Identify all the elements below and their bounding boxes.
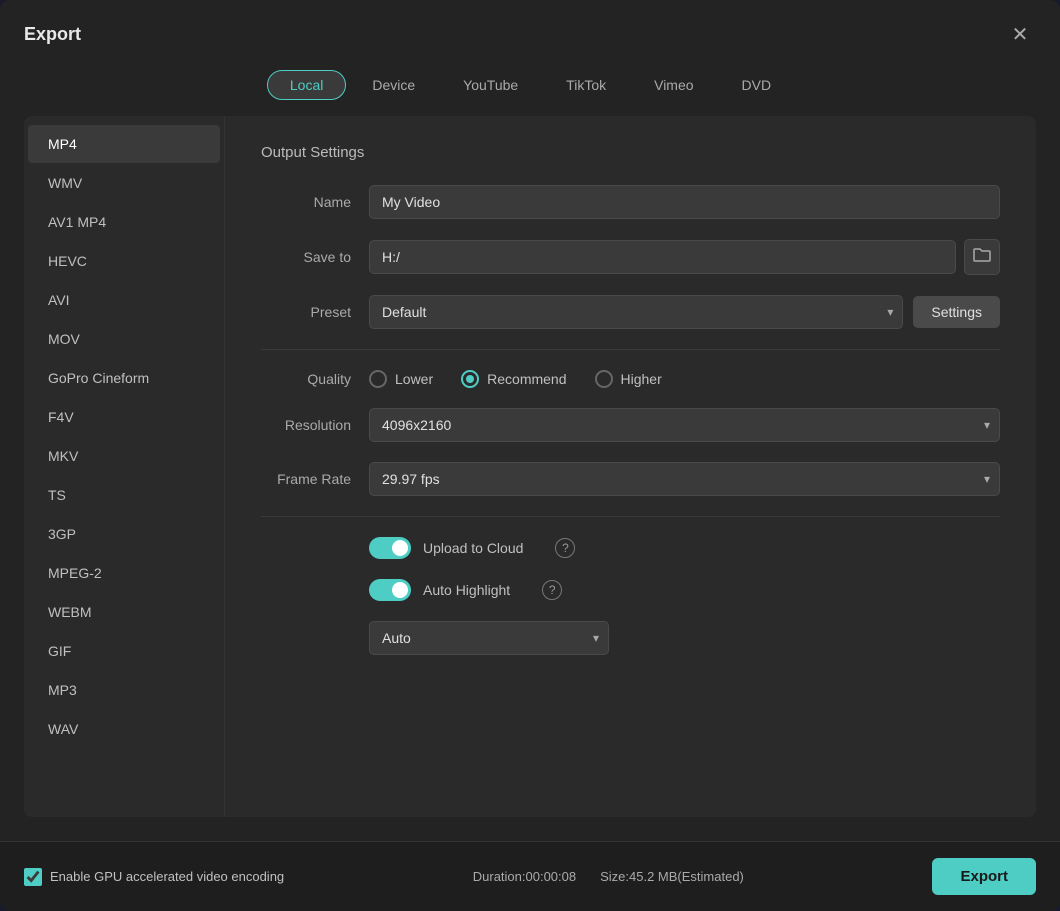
size-stat: Size:45.2 MB(Estimated): [600, 869, 744, 884]
sidebar-item-av1mp4[interactable]: AV1 MP4: [28, 203, 220, 241]
preset-select-wrap: Default Custom ▾: [369, 295, 903, 329]
tab-youtube[interactable]: YouTube: [441, 70, 540, 100]
tab-device[interactable]: Device: [350, 70, 437, 100]
main-panel: Output Settings Name Save to: [224, 116, 1036, 817]
footer: Enable GPU accelerated video encoding Du…: [0, 841, 1060, 911]
sidebar-item-gif[interactable]: GIF: [28, 632, 220, 670]
quality-radio-group: Lower Recommend Higher: [369, 370, 662, 388]
save-to-label: Save to: [261, 249, 351, 265]
quality-higher-radio[interactable]: [595, 370, 613, 388]
preset-label: Preset: [261, 304, 351, 320]
upload-cloud-row: Upload to Cloud ?: [261, 537, 1000, 559]
auto-highlight-label: Auto Highlight: [423, 582, 510, 598]
quality-recommend-option[interactable]: Recommend: [461, 370, 566, 388]
name-input[interactable]: [369, 185, 1000, 219]
auto-highlight-select-wrap: Auto Manual ▾: [369, 621, 609, 655]
sidebar: MP4 WMV AV1 MP4 HEVC AVI MOV GoPro Cinef…: [24, 116, 224, 817]
sidebar-item-3gp[interactable]: 3GP: [28, 515, 220, 553]
sidebar-item-f4v[interactable]: F4V: [28, 398, 220, 436]
resolution-label: Resolution: [261, 417, 351, 433]
auto-highlight-slider: [369, 579, 411, 601]
sidebar-item-mpeg2[interactable]: MPEG-2: [28, 554, 220, 592]
sidebar-item-hevc[interactable]: HEVC: [28, 242, 220, 280]
folder-icon: [973, 247, 991, 268]
upload-cloud-label: Upload to Cloud: [423, 540, 523, 556]
sidebar-item-webm[interactable]: WEBM: [28, 593, 220, 631]
dialog-header: Export ✕: [0, 0, 1060, 62]
save-to-input[interactable]: [369, 240, 956, 274]
tab-dvd[interactable]: DVD: [720, 70, 794, 100]
auto-highlight-controls: Auto Highlight ?: [369, 579, 562, 601]
tab-vimeo[interactable]: Vimeo: [632, 70, 715, 100]
frame-rate-label: Frame Rate: [261, 471, 351, 487]
upload-cloud-slider: [369, 537, 411, 559]
name-label: Name: [261, 194, 351, 210]
sidebar-item-wav[interactable]: WAV: [28, 710, 220, 748]
gpu-label: Enable GPU accelerated video encoding: [50, 869, 284, 884]
sidebar-item-mp3[interactable]: MP3: [28, 671, 220, 709]
content-area: MP4 WMV AV1 MP4 HEVC AVI MOV GoPro Cinef…: [0, 116, 1060, 841]
footer-left: Enable GPU accelerated video encoding: [24, 868, 284, 886]
resolution-select-wrap: 4096x2160 1920x1080 1280x720 ▾: [369, 408, 1000, 442]
quality-higher-label: Higher: [621, 371, 662, 387]
quality-lower-option[interactable]: Lower: [369, 370, 433, 388]
upload-cloud-toggle[interactable]: [369, 537, 411, 559]
auto-highlight-toggle[interactable]: [369, 579, 411, 601]
preset-row: Preset Default Custom ▾ Settings: [261, 295, 1000, 329]
quality-label: Quality: [261, 371, 351, 387]
tabs-bar: Local Device YouTube TikTok Vimeo DVD: [0, 62, 1060, 116]
duration-stat: Duration:00:00:08: [473, 869, 576, 884]
upload-cloud-controls: Upload to Cloud ?: [369, 537, 575, 559]
frame-rate-row: Frame Rate 29.97 fps 24 fps 60 fps ▾: [261, 462, 1000, 496]
gpu-checkbox[interactable]: [24, 868, 42, 886]
quality-lower-radio[interactable]: [369, 370, 387, 388]
export-button[interactable]: Export: [932, 858, 1036, 895]
frame-rate-select[interactable]: 29.97 fps 24 fps 60 fps: [369, 462, 1000, 496]
save-to-inputs: [369, 239, 1000, 275]
gpu-checkbox-wrap: Enable GPU accelerated video encoding: [24, 868, 284, 886]
resolution-row: Resolution 4096x2160 1920x1080 1280x720 …: [261, 408, 1000, 442]
sidebar-item-mkv[interactable]: MKV: [28, 437, 220, 475]
frame-rate-select-wrap: 29.97 fps 24 fps 60 fps ▾: [369, 462, 1000, 496]
preset-controls: Default Custom ▾ Settings: [369, 295, 1000, 329]
sidebar-item-wmv[interactable]: WMV: [28, 164, 220, 202]
divider-2: [261, 516, 1000, 517]
close-button[interactable]: ✕: [1004, 18, 1036, 50]
upload-cloud-help-icon[interactable]: ?: [555, 538, 575, 558]
sidebar-item-mp4[interactable]: MP4: [28, 125, 220, 163]
sidebar-item-ts[interactable]: TS: [28, 476, 220, 514]
auto-highlight-select[interactable]: Auto Manual: [369, 621, 609, 655]
quality-recommend-label: Recommend: [487, 371, 566, 387]
divider-1: [261, 349, 1000, 350]
auto-highlight-select-row: Auto Manual ▾: [261, 621, 1000, 655]
quality-higher-option[interactable]: Higher: [595, 370, 662, 388]
tab-local[interactable]: Local: [267, 70, 346, 100]
footer-info: Duration:00:00:08 Size:45.2 MB(Estimated…: [473, 869, 744, 884]
auto-highlight-help-icon[interactable]: ?: [542, 580, 562, 600]
quality-lower-label: Lower: [395, 371, 433, 387]
dialog-title: Export: [24, 24, 81, 45]
resolution-select[interactable]: 4096x2160 1920x1080 1280x720: [369, 408, 1000, 442]
preset-select[interactable]: Default Custom: [369, 295, 903, 329]
quality-row: Quality Lower Recommend Higher: [261, 370, 1000, 388]
section-title: Output Settings: [261, 144, 1000, 161]
tab-tiktok[interactable]: TikTok: [544, 70, 628, 100]
auto-highlight-row: Auto Highlight ?: [261, 579, 1000, 601]
sidebar-item-gopro[interactable]: GoPro Cineform: [28, 359, 220, 397]
name-row: Name: [261, 185, 1000, 219]
folder-browse-button[interactable]: [964, 239, 1000, 275]
sidebar-item-mov[interactable]: MOV: [28, 320, 220, 358]
export-dialog: Export ✕ Local Device YouTube TikTok Vim…: [0, 0, 1060, 911]
settings-button[interactable]: Settings: [913, 296, 1000, 328]
quality-recommend-radio[interactable]: [461, 370, 479, 388]
save-to-row: Save to: [261, 239, 1000, 275]
sidebar-item-avi[interactable]: AVI: [28, 281, 220, 319]
close-icon: ✕: [1012, 22, 1029, 47]
